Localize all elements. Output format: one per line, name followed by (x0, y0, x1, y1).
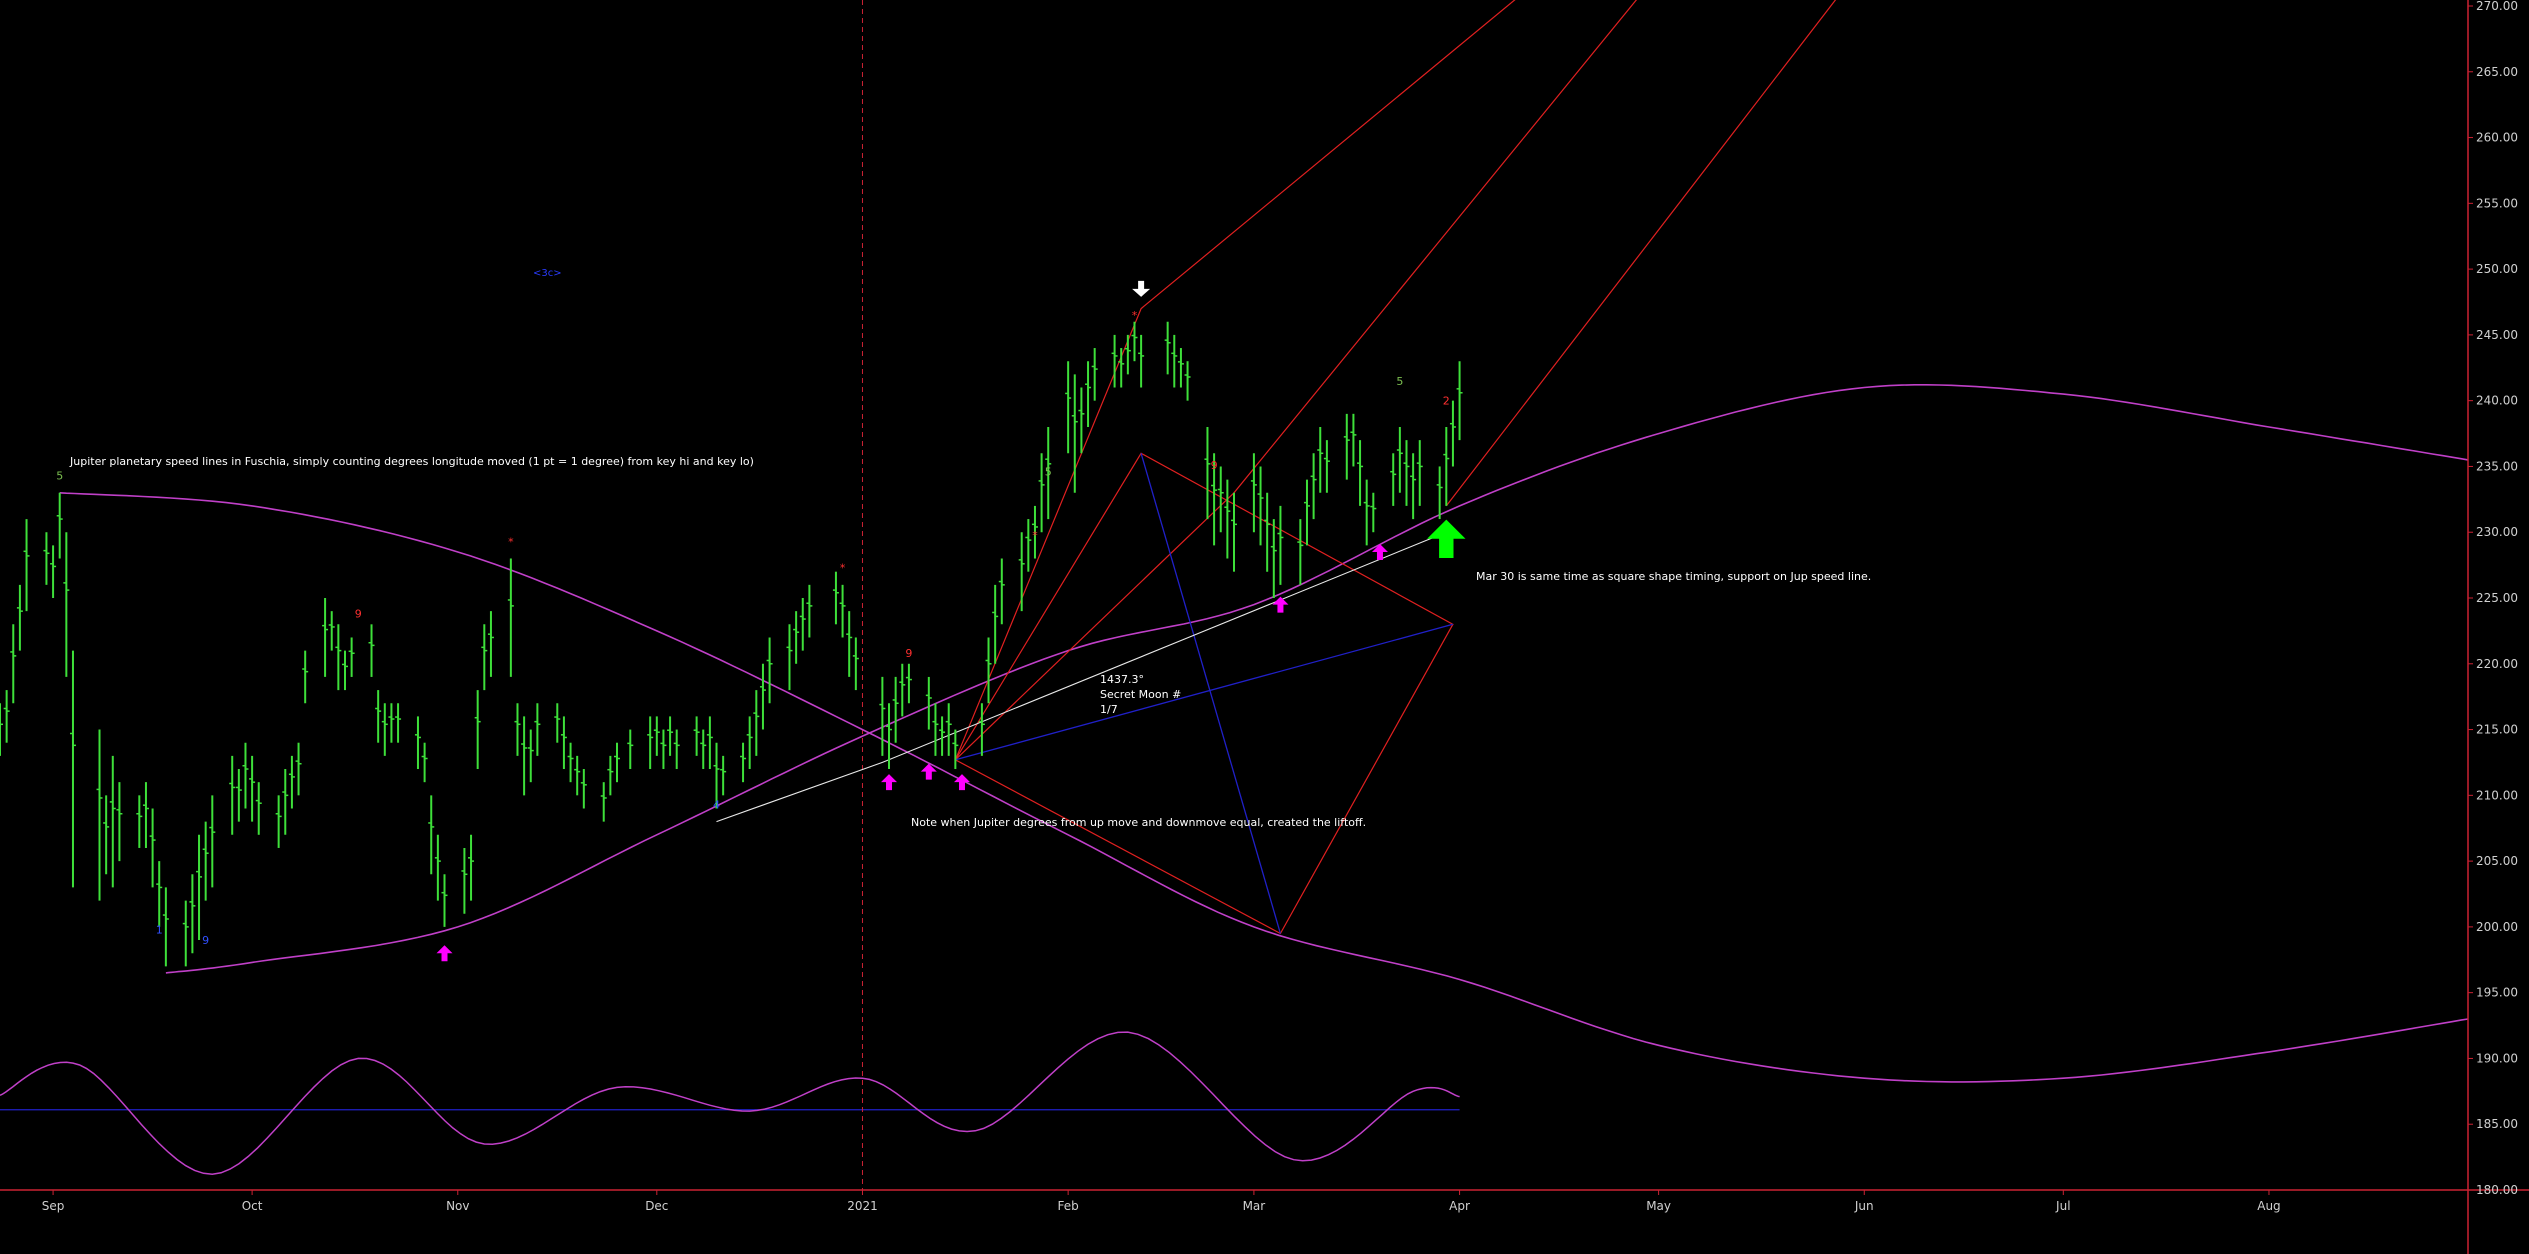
x-tick-label: Sep (42, 1199, 65, 1213)
count-label: * (508, 535, 514, 548)
x-tick-label: Oct (242, 1199, 263, 1213)
y-tick-label: 205.00 (2476, 854, 2518, 868)
y-tick-label: 240.00 (2476, 394, 2518, 408)
count-label: 2 (1443, 395, 1450, 408)
y-tick-label: 255.00 (2476, 196, 2518, 210)
count-label: * (1132, 309, 1138, 322)
x-tick-label: Dec (645, 1199, 668, 1213)
count-label: * (1032, 529, 1038, 542)
secret-moon-degrees: 1437.3° (1100, 673, 1144, 686)
x-tick-label: May (1646, 1199, 1671, 1213)
secret-moon-label: Secret Moon # (1100, 688, 1182, 701)
y-tick-label: 215.00 (2476, 723, 2518, 737)
x-tick-label: Mar (1243, 1199, 1266, 1213)
y-tick-label: 270.00 (2476, 0, 2518, 13)
y-tick-label: 185.00 (2476, 1117, 2518, 1131)
chart-canvas: 5 9 * * 9 * 5 * 9 5 2 1 9 4 180.00 185.00 190.00 195.00 2… (0, 0, 2529, 1254)
y-tick-label: 195.00 (2476, 986, 2518, 1000)
y-tick-label: 180.00 (2476, 1183, 2518, 1197)
x-tick-label: Jun (1854, 1199, 1874, 1213)
count-label: 5 (56, 470, 63, 483)
y-tick-label: 200.00 (2476, 920, 2518, 934)
secret-moon-ratio: 1/7 (1100, 703, 1118, 716)
count-label: 9 (905, 647, 912, 660)
x-tick-label: Jul (2055, 1199, 2070, 1213)
liftoff-note: Note when Jupiter degrees from up move a… (911, 816, 1367, 829)
y-tick-label: 210.00 (2476, 788, 2518, 802)
count-label: * (840, 562, 846, 575)
blue-marker-label: <3c> (533, 268, 562, 279)
x-tick-label: Feb (1058, 1199, 1079, 1213)
x-tick-label: Aug (2257, 1199, 2280, 1213)
count-label: 9 (202, 934, 209, 947)
y-tick-label: 245.00 (2476, 328, 2518, 342)
chart-background (0, 0, 2529, 1254)
jupiter-note: Jupiter planetary speed lines in Fuschia… (70, 455, 754, 468)
x-tick-label: 2021 (847, 1199, 878, 1213)
x-tick-label: Nov (446, 1199, 469, 1213)
y-tick-label: 260.00 (2476, 131, 2518, 145)
mar30-note: Mar 30 is same time as square shape timi… (1476, 570, 1872, 583)
x-tick-label: Apr (1449, 1199, 1470, 1213)
count-label: 9 (1211, 459, 1218, 472)
y-tick-label: 230.00 (2476, 525, 2518, 539)
count-label: 9 (355, 608, 362, 621)
y-tick-label: 265.00 (2476, 65, 2518, 79)
count-label: 5 (1045, 466, 1052, 479)
secret-moon-note: 1437.3° Secret Moon # 1/7 (1100, 672, 1181, 717)
count-label: 1 (156, 923, 163, 936)
y-tick-label: 220.00 (2476, 657, 2518, 671)
y-tick-label: 190.00 (2476, 1051, 2518, 1065)
count-label: 5 (1396, 375, 1403, 388)
y-tick-label: 235.00 (2476, 459, 2518, 473)
y-tick-label: 250.00 (2476, 262, 2518, 276)
count-label: 4 (713, 798, 720, 811)
y-tick-label: 225.00 (2476, 591, 2518, 605)
